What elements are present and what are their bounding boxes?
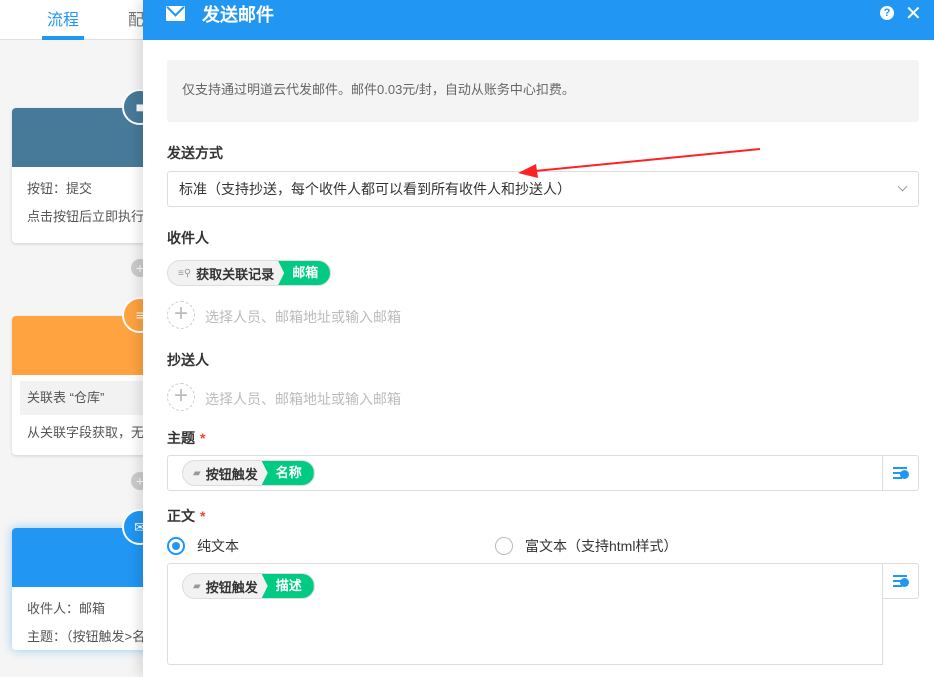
red-annotation-arrow (518, 148, 761, 178)
